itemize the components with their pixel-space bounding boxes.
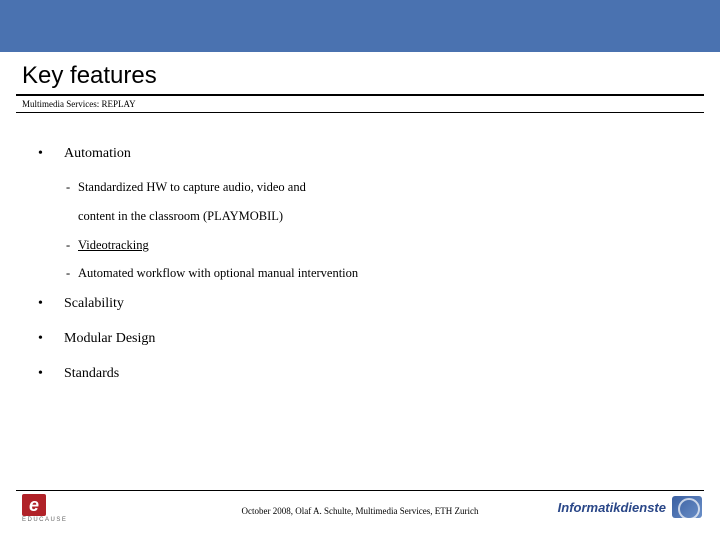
- dash-icon: -: [66, 264, 78, 283]
- bullet-label: Scalability: [64, 293, 124, 314]
- dash-icon: -: [66, 178, 78, 197]
- bullet-automation: • Automation: [38, 143, 704, 164]
- bullet-icon: •: [38, 328, 64, 349]
- sub-item: - Standardized HW to capture audio, vide…: [66, 178, 704, 197]
- informatikdienste-logo: Informatikdienste: [558, 496, 702, 518]
- sub-text: Standardized HW to capture audio, video …: [78, 178, 306, 197]
- bullet-standards: • Standards: [38, 363, 704, 384]
- bullet-label: Automation: [64, 143, 131, 164]
- sub-text: Videotracking: [78, 236, 149, 255]
- informatikdienste-word: Informatikdienste: [558, 500, 666, 515]
- bullet-icon: •: [38, 293, 64, 314]
- slide-title: Key features: [22, 62, 720, 90]
- title-rule: [16, 94, 704, 96]
- sub-item-cont: content in the classroom (PLAYMOBIL): [78, 207, 704, 226]
- subtitle-rule: [16, 112, 704, 113]
- header-band: [0, 0, 720, 52]
- sub-item: - Automated workflow with optional manua…: [66, 264, 704, 283]
- bullet-modular: • Modular Design: [38, 328, 704, 349]
- content-area: • Automation - Standardized HW to captur…: [38, 143, 704, 384]
- slide-subtitle: Multimedia Services: REPLAY: [22, 99, 720, 109]
- bullet-icon: •: [38, 143, 64, 164]
- footer-rule: [16, 490, 704, 491]
- bullet-scalability: • Scalability: [38, 293, 704, 314]
- bullet-label: Standards: [64, 363, 119, 384]
- swirl-icon: [672, 496, 702, 518]
- bullet-icon: •: [38, 363, 64, 384]
- bullet-label: Modular Design: [64, 328, 155, 349]
- educause-caption: EDUCAUSE: [22, 517, 67, 523]
- dash-icon: -: [66, 236, 78, 255]
- sub-item: - Videotracking: [66, 236, 704, 255]
- sub-text: Automated workflow with optional manual …: [78, 264, 358, 283]
